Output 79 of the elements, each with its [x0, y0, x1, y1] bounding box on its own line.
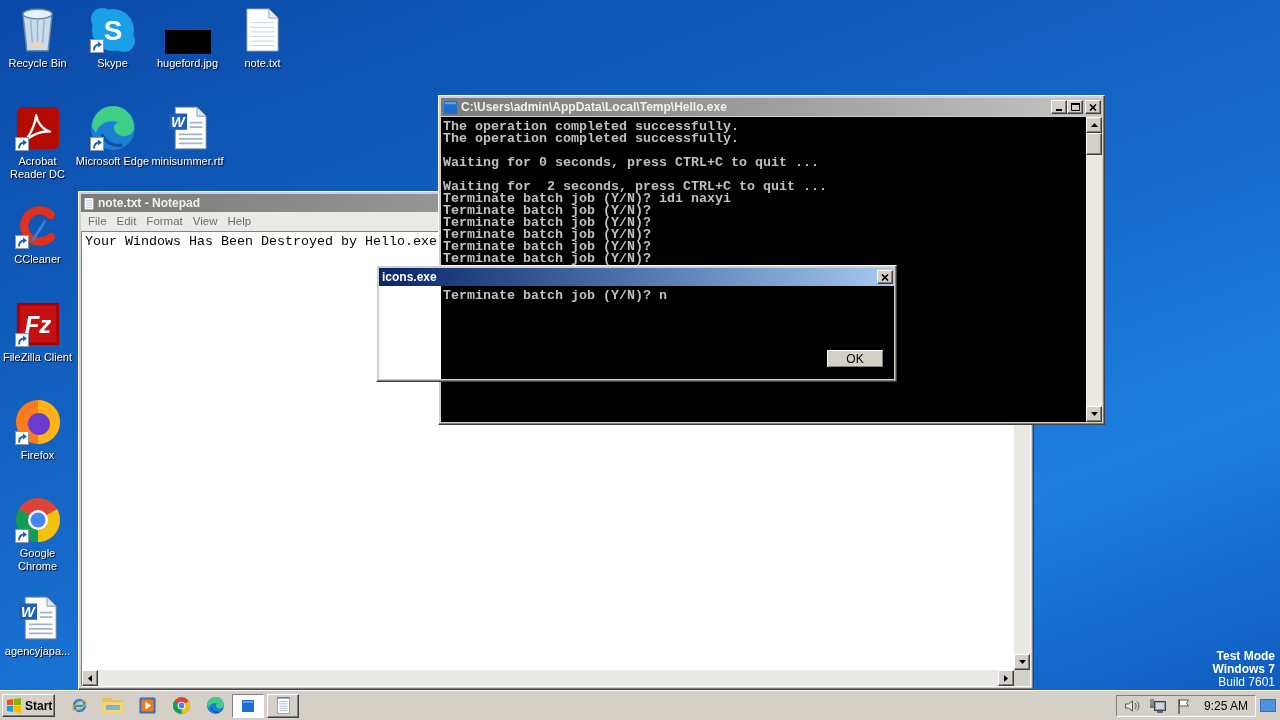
os-edition-text: Windows 7 [1212, 663, 1275, 676]
folder-icon [102, 697, 124, 714]
console-line: Terminate batch job (Y/N)? [443, 205, 652, 217]
minimize-icon [1056, 109, 1062, 111]
fz-tile-icon[interactable]: Fz [15, 302, 60, 346]
flag-icon[interactable] [1175, 697, 1192, 714]
start-button[interactable]: Start [2, 694, 55, 717]
console-line: Terminate batch job (Y/N)? idi naxyi [443, 193, 732, 205]
menu-item[interactable]: File [83, 215, 112, 228]
up-arrow-icon [1090, 123, 1098, 127]
desktop-icon-label[interactable]: Microsoft Edge [75, 155, 150, 168]
desktop-icon-label[interactable]: Google Chrome [0, 547, 75, 573]
down-arrow-icon [1018, 660, 1026, 664]
down-arrow-icon [1090, 412, 1098, 416]
wave-circle-icon[interactable] [90, 106, 135, 150]
console-line: Terminate batch job (Y/N)? [443, 217, 652, 229]
console-line: The operation completed successfully. [443, 121, 740, 133]
window-title: C:\Users\admin\AppData\Local\Temp\Hello.exe [461, 101, 727, 113]
ringed-disc-icon[interactable] [15, 400, 60, 444]
close-icon [881, 273, 889, 281]
swoosh-tile-icon[interactable] [15, 106, 60, 150]
desktop-icon-label[interactable]: minisummer.rtf [150, 155, 225, 168]
window-title: note.txt - Notepad [98, 197, 200, 209]
trash-bin-icon[interactable] [22, 8, 53, 52]
desktop-icon-label[interactable]: CCleaner [0, 253, 75, 266]
console-line: Terminate batch job (Y/N)? [443, 253, 652, 265]
test-mode-text: Test Mode [1216, 650, 1275, 663]
console-line: Terminate batch job (Y/N)? [443, 241, 652, 253]
maximize-button[interactable] [1067, 100, 1083, 114]
ok-button[interactable]: OK [826, 349, 884, 368]
right-arrow-icon [1004, 674, 1008, 682]
minimize-button[interactable] [1051, 100, 1067, 114]
clock[interactable]: 9:25 AM [1203, 699, 1248, 712]
taskbar-button[interactable] [232, 693, 264, 718]
wave-circle-icon [206, 697, 224, 714]
scrollbar-thumb[interactable] [1086, 133, 1102, 155]
scroll-right-button[interactable] [998, 670, 1014, 686]
photo-placeholder[interactable] [164, 30, 211, 54]
maximize-icon [1070, 103, 1080, 111]
segmented-circle-icon[interactable] [15, 498, 60, 542]
console-line: Terminate batch job (Y/N)? n [443, 290, 668, 302]
window-title: icons.exe [382, 271, 437, 283]
desktop-icon-label[interactable]: agencyjapa... [0, 645, 75, 658]
desktop-icon-label[interactable]: Recycle Bin [0, 57, 75, 70]
segmented-circle-icon [172, 697, 190, 714]
desktop-icon-label[interactable]: Firefox [0, 449, 75, 462]
desktop-preview-icon [1260, 699, 1276, 712]
network-monitor-icon[interactable] [1149, 697, 1166, 714]
close-button[interactable] [877, 270, 893, 284]
text-file-icon[interactable] [246, 8, 279, 52]
close-button[interactable] [1085, 100, 1101, 114]
notepad-icon [276, 697, 290, 714]
close-icon [1089, 103, 1097, 111]
console-line: Terminate batch job (Y/N)? [443, 229, 652, 241]
app-square-icon [242, 699, 254, 712]
menu-item[interactable]: View [187, 215, 223, 228]
console-line: The operation completed successfully. [443, 133, 740, 145]
scroll-down-button[interactable] [1086, 406, 1102, 422]
desktop-icon-label[interactable]: note.txt [225, 57, 300, 70]
desktop-icon-label[interactable]: FileZilla Client [0, 351, 75, 364]
play-icon [138, 697, 156, 714]
windows-flag-icon [6, 698, 22, 713]
left-arrow-icon [88, 674, 92, 682]
console-line: Waiting for 0 seconds, press CTRL+C to quit ... [443, 157, 820, 169]
desktop-icon-label[interactable]: Acrobat Reader DC [0, 155, 75, 181]
menu-item[interactable]: Help [222, 215, 257, 228]
app-square-icon [444, 100, 457, 114]
menu-item[interactable]: Edit [111, 215, 142, 228]
scroll-up-button[interactable] [1086, 117, 1102, 133]
scroll-down-button[interactable] [1014, 654, 1030, 670]
desktop-icon-label[interactable]: Skype [75, 57, 150, 70]
desktop-icon-label[interactable]: hugeford.jpg [150, 57, 225, 70]
menu-item[interactable]: Format [141, 215, 188, 228]
orbit-ring-icon [70, 697, 88, 714]
scroll-left-button[interactable] [82, 670, 98, 686]
notepad-icon [84, 196, 94, 210]
speaker-icon[interactable] [1123, 697, 1140, 714]
console-line: Waiting for 2 seconds, press CTRL+C to quit ... [443, 181, 828, 193]
build-text: Build 7601 [1218, 676, 1275, 689]
